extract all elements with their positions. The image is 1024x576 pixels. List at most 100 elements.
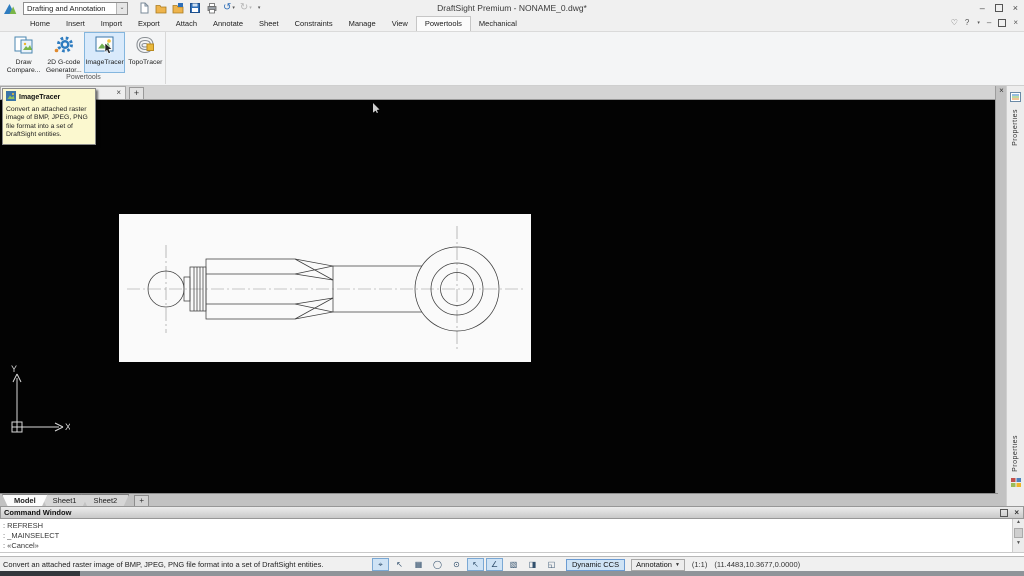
undo-button[interactable]: ↺ ▾ (223, 3, 235, 13)
restore-button[interactable] (995, 4, 1003, 12)
ribbon: Draw Compare... 2D G-code Generator... I… (0, 31, 1024, 86)
ucs-icon: Y X (4, 365, 70, 444)
properties-tab-bottom[interactable]: Properties (1007, 435, 1024, 492)
command-line: : «Cancel» (3, 541, 1024, 551)
gcode-gear-icon (53, 35, 75, 59)
snap-toggle-icon[interactable]: ⌖ (372, 558, 389, 571)
close-button[interactable]: × (1013, 3, 1018, 13)
redo-icon: ↻ (240, 3, 248, 13)
command-line: : REFRESH (3, 521, 1024, 531)
undo-dropdown-icon[interactable]: ▾ (232, 5, 235, 11)
properties-tab-top[interactable]: Properties (1007, 89, 1024, 146)
drawing-canvas[interactable]: Y X (0, 99, 996, 493)
esnap-toggle-icon[interactable]: ↖ (467, 558, 484, 571)
redo-button[interactable]: ↻ ▾ (240, 3, 252, 13)
annotation-dropdown-icon: ▼ (675, 560, 680, 570)
redo-dropdown-icon[interactable]: ▾ (249, 5, 252, 11)
topotracer-button[interactable]: TopoTracer (126, 32, 165, 73)
tab-constraints[interactable]: Constraints (287, 17, 341, 31)
tooltip-imagetracer-icon (6, 91, 16, 103)
scrollbar-thumb[interactable] (1014, 528, 1023, 538)
new-file-button[interactable] (138, 2, 150, 14)
title-bar: Drafting and Annotation ⌄ ↺ ▾ ↻ ▾ ▾ Draf… (0, 0, 1024, 16)
status-message: Convert an attached raster image of BMP,… (3, 560, 323, 569)
ccs-toggle-icon[interactable]: ◱ (543, 558, 560, 571)
scroll-down-icon[interactable]: ▼ (1016, 540, 1021, 546)
scale-indicator: (1:1) (692, 560, 707, 569)
tab-home[interactable]: Home (22, 17, 58, 31)
command-history[interactable]: : REFRESH : _MAINSELECT : «Cancel» ▲ ▼ (0, 519, 1024, 553)
grid-toggle-icon[interactable]: ▦ (410, 558, 427, 571)
tab-export[interactable]: Export (130, 17, 168, 31)
draftsight-logo-icon (3, 2, 17, 15)
scroll-up-icon[interactable]: ▲ (1016, 519, 1021, 525)
dynamic-ccs-button[interactable]: Dynamic CCS (566, 559, 625, 571)
workspace-value: Drafting and Annotation (27, 4, 105, 13)
mouse-cursor (373, 100, 380, 118)
ortho-toggle-icon[interactable]: ◯ (429, 558, 446, 571)
new-document-tab-button[interactable]: + (129, 87, 144, 100)
tab-attach[interactable]: Attach (168, 17, 205, 31)
command-scrollbar[interactable]: ▲ ▼ (1012, 519, 1024, 552)
document-tab-bar: × + (0, 85, 1007, 100)
properties-palette-icon (1011, 474, 1021, 492)
ucs-x-label: X (65, 422, 70, 432)
topotracer-label: TopoTracer (128, 59, 162, 67)
import-file-button[interactable] (172, 2, 184, 14)
properties-panel-icon (1010, 89, 1021, 107)
etrack-toggle-icon[interactable]: ∠ (486, 558, 503, 571)
command-window-title: Command Window (4, 508, 71, 517)
polar-toggle-icon[interactable]: ⊙ (448, 558, 465, 571)
gcode-label: 2D G-code (47, 59, 80, 67)
qat-customize-icon[interactable]: ▾ (258, 5, 261, 11)
document-tab-close-icon[interactable]: × (116, 88, 121, 98)
entity-frame-toggle-icon[interactable]: ▧ (505, 558, 522, 571)
dynamic-input-toggle-icon[interactable]: ◨ (524, 558, 541, 571)
help-icon[interactable]: ? (965, 18, 969, 27)
imagetracer-label: ImageTracer (85, 59, 123, 67)
command-window-float-button[interactable] (1000, 509, 1008, 517)
window-title: DraftSight Premium - NONAME_0.dwg* (437, 3, 587, 13)
open-file-button[interactable] (155, 2, 167, 14)
tab-manage[interactable]: Manage (341, 17, 384, 31)
minimize-button[interactable]: – (980, 3, 985, 13)
tab-import[interactable]: Import (93, 17, 130, 31)
ribbon-minimize-button[interactable]: – (987, 18, 991, 27)
save-button[interactable] (189, 2, 201, 14)
tab-powertools[interactable]: Powertools (416, 16, 471, 31)
tab-view[interactable]: View (384, 17, 416, 31)
draw-compare-label2: Compare... (7, 67, 41, 75)
annotation-scale-dropdown[interactable]: Annotation ▼ (631, 559, 685, 571)
gcode-generator-button[interactable]: 2D G-code Generator... (44, 32, 83, 73)
status-bar: Convert an attached raster image of BMP,… (0, 556, 1024, 571)
tab-sheet[interactable]: Sheet (251, 17, 287, 31)
ribbon-close-button[interactable]: × (1013, 18, 1018, 27)
properties-tab-label: Properties (1012, 109, 1019, 146)
quick-access-toolbar: ↺ ▾ ↻ ▾ ▾ (138, 2, 260, 14)
ribbon-group-powertools: Draw Compare... 2D G-code Generator... I… (2, 32, 166, 84)
pointer-toggle-icon[interactable]: ↖ (391, 558, 408, 571)
draw-compare-icon (13, 35, 35, 59)
command-window: Command Window × : REFRESH : _MAINSELECT… (0, 506, 1024, 556)
tooltip-title: ImageTracer (19, 94, 60, 101)
undo-icon: ↺ (223, 3, 231, 13)
annotation-label: Annotation (636, 560, 672, 570)
feedback-heart-icon[interactable]: ♡ (951, 18, 958, 27)
attached-raster-image[interactable] (119, 214, 531, 362)
tab-annotate[interactable]: Annotate (205, 17, 251, 31)
help-dropdown-icon[interactable]: ▾ (977, 20, 980, 26)
command-window-header[interactable]: Command Window × (0, 506, 1024, 519)
ribbon-restore-button[interactable] (998, 19, 1006, 27)
coordinates-readout: (11.4483,10.3677,0.0000) (714, 560, 800, 569)
print-button[interactable] (206, 2, 218, 14)
command-window-close-button[interactable]: × (1014, 508, 1019, 517)
imagetracer-tooltip: ImageTracer Convert an attached raster i… (2, 88, 96, 145)
draw-compare-button[interactable]: Draw Compare... (4, 32, 43, 73)
workspace-select[interactable]: Drafting and Annotation ⌄ (23, 2, 128, 15)
imagetracer-icon (94, 35, 116, 59)
tab-insert[interactable]: Insert (58, 17, 93, 31)
tab-mechanical[interactable]: Mechanical (471, 17, 525, 31)
command-line: : _MAINSELECT (3, 531, 1024, 541)
workspace-dropdown-icon[interactable]: ⌄ (116, 3, 127, 14)
imagetracer-button[interactable]: ImageTracer (84, 32, 124, 73)
